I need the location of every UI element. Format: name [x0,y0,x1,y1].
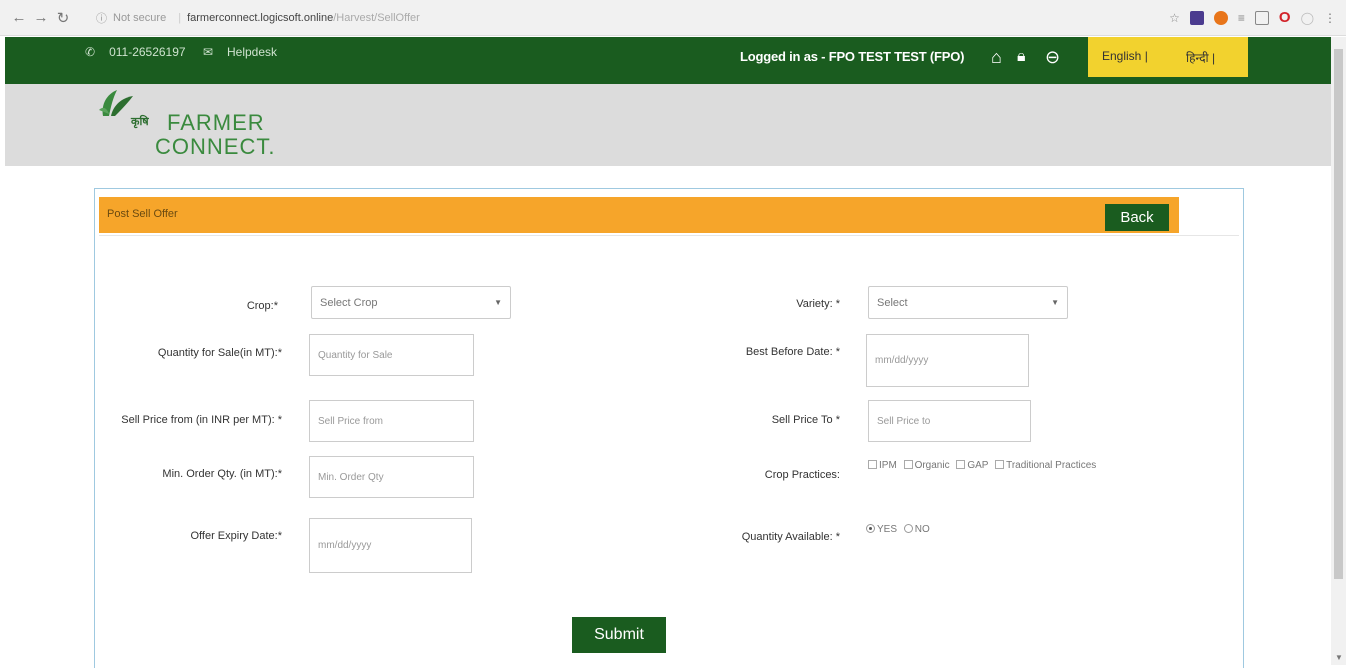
logo-line2: CONNECT. [155,134,276,159]
chevron-down-icon: ▼ [1051,298,1059,307]
no-radio[interactable] [903,524,913,533]
quantity-label: Quantity for Sale(in MT):* [157,347,282,359]
variety-label: Variety: * [796,298,840,310]
lang-hindi[interactable]: हिन्दी | [1186,49,1215,66]
opera-icon[interactable]: O [1279,9,1291,26]
back-arrow-icon[interactable]: ← [8,9,30,26]
site-header: कृषि FARMER CONNECT. [5,84,1331,166]
traditional-label: Traditional Practices [1006,460,1097,471]
extension-circle-icon[interactable]: ◯ [1301,11,1314,25]
organic-label: Organic [914,460,950,471]
offer-expiry-input[interactable]: mm/dd/yyyy [309,518,472,573]
contact-info: ✆ 011-26526197 ✉ Helpdesk [85,45,291,59]
card-divider [99,235,1239,236]
url-separator: | [178,12,182,24]
extension-text-icon[interactable]: ≡ [1238,11,1245,25]
crop-label: Crop:* [246,300,278,312]
offer-expiry-label: Offer Expiry Date:* [190,530,283,542]
lock-icon[interactable]: 🔒︎ [1017,47,1026,67]
quantity-input[interactable]: Quantity for Sale [309,334,474,376]
chevron-down-icon: ▼ [494,298,502,307]
url-path: /Harvest/SellOffer [333,12,420,24]
best-before-input[interactable]: mm/dd/yyyy [866,334,1029,387]
security-status: Not secure [113,12,167,24]
page-scrollbar[interactable]: ▼ [1331,37,1346,665]
scrollbar-thumb[interactable] [1334,49,1343,579]
variety-select-value: Select [877,296,908,309]
logo-hindi-mark: कृषि [131,116,149,128]
crop-select[interactable]: Select Crop ▼ [311,286,511,319]
home-icon[interactable]: ⌂ [991,47,1002,67]
scroll-down-icon[interactable]: ▼ [1335,653,1343,662]
logo-line1: FARMER [167,110,265,135]
logged-in-text: Logged in as - FPO TEST TEST (FPO) [740,49,965,64]
organic-checkbox[interactable] [903,460,913,469]
phone-number: 011-26526197 [109,45,186,59]
lang-english[interactable]: English | [1102,49,1148,63]
language-switcher: English | हिन्दी | [1088,37,1248,77]
address-bar[interactable]: ⓘ Not secure | farmerconnect.logicsoft.o… [96,8,420,28]
forward-arrow-icon[interactable]: → [30,9,52,26]
yes-label: YES [877,524,898,535]
site-top-bar: ✆ 011-26526197 ✉ Helpdesk Logged in as - F… [5,37,1331,84]
ipm-label: IPM [879,460,897,471]
back-button[interactable]: Back [1105,204,1169,231]
crop-select-value: Select Crop [320,296,378,309]
extension-icons: ☆ ≡ O ◯ ⋮ [1169,9,1336,26]
min-order-input[interactable]: Min. Order Qty [309,456,474,498]
logout-icon[interactable]: ⊖ [1045,47,1060,67]
url-host: farmerconnect.logicsoft.online [187,12,334,24]
card-header: Post Sell Offer [99,197,1179,233]
crop-practices-options: IPM Organic GAP Traditional Practices [864,457,1124,475]
card-title: Post Sell Offer [107,208,178,220]
phone-icon: ✆ [85,45,96,59]
sell-price-from-label: Sell Price from (in INR per MT): * [121,414,282,426]
sell-price-to-label: Sell Price To * [771,414,840,426]
sell-price-from-input[interactable]: Sell Price from [309,400,474,442]
extension-box-icon[interactable] [1254,10,1269,25]
menu-icon[interactable]: ⋮ [1324,11,1336,25]
quantity-available-label: Quantity Available: * [741,531,840,543]
variety-select[interactable]: Select ▼ [868,286,1068,319]
sell-price-to-input[interactable]: Sell Price to [868,400,1031,442]
reload-icon[interactable]: ↻ [52,9,74,27]
best-before-label: Best Before Date: * [745,346,840,358]
traditional-checkbox[interactable] [995,460,1005,469]
helpdesk-link[interactable]: Helpdesk [227,45,277,59]
yes-radio[interactable] [866,524,875,533]
no-label: NO [914,524,930,535]
gap-label: GAP [967,460,989,471]
helpdesk-icon: ✉ [202,45,213,59]
min-order-label: Min. Order Qty. (in MT):* [162,468,282,480]
info-icon: ⓘ [96,13,107,25]
star-icon[interactable]: ☆ [1169,11,1180,25]
gap-checkbox[interactable] [956,460,966,469]
quantity-available-options: YES NO [866,521,930,539]
extension-orange-icon[interactable] [1213,10,1228,25]
submit-button[interactable]: Submit [572,617,666,653]
crop-practices-label: Crop Practices: [764,469,840,481]
extension-purple-icon[interactable] [1189,10,1204,25]
ipm-checkbox[interactable] [868,460,877,469]
